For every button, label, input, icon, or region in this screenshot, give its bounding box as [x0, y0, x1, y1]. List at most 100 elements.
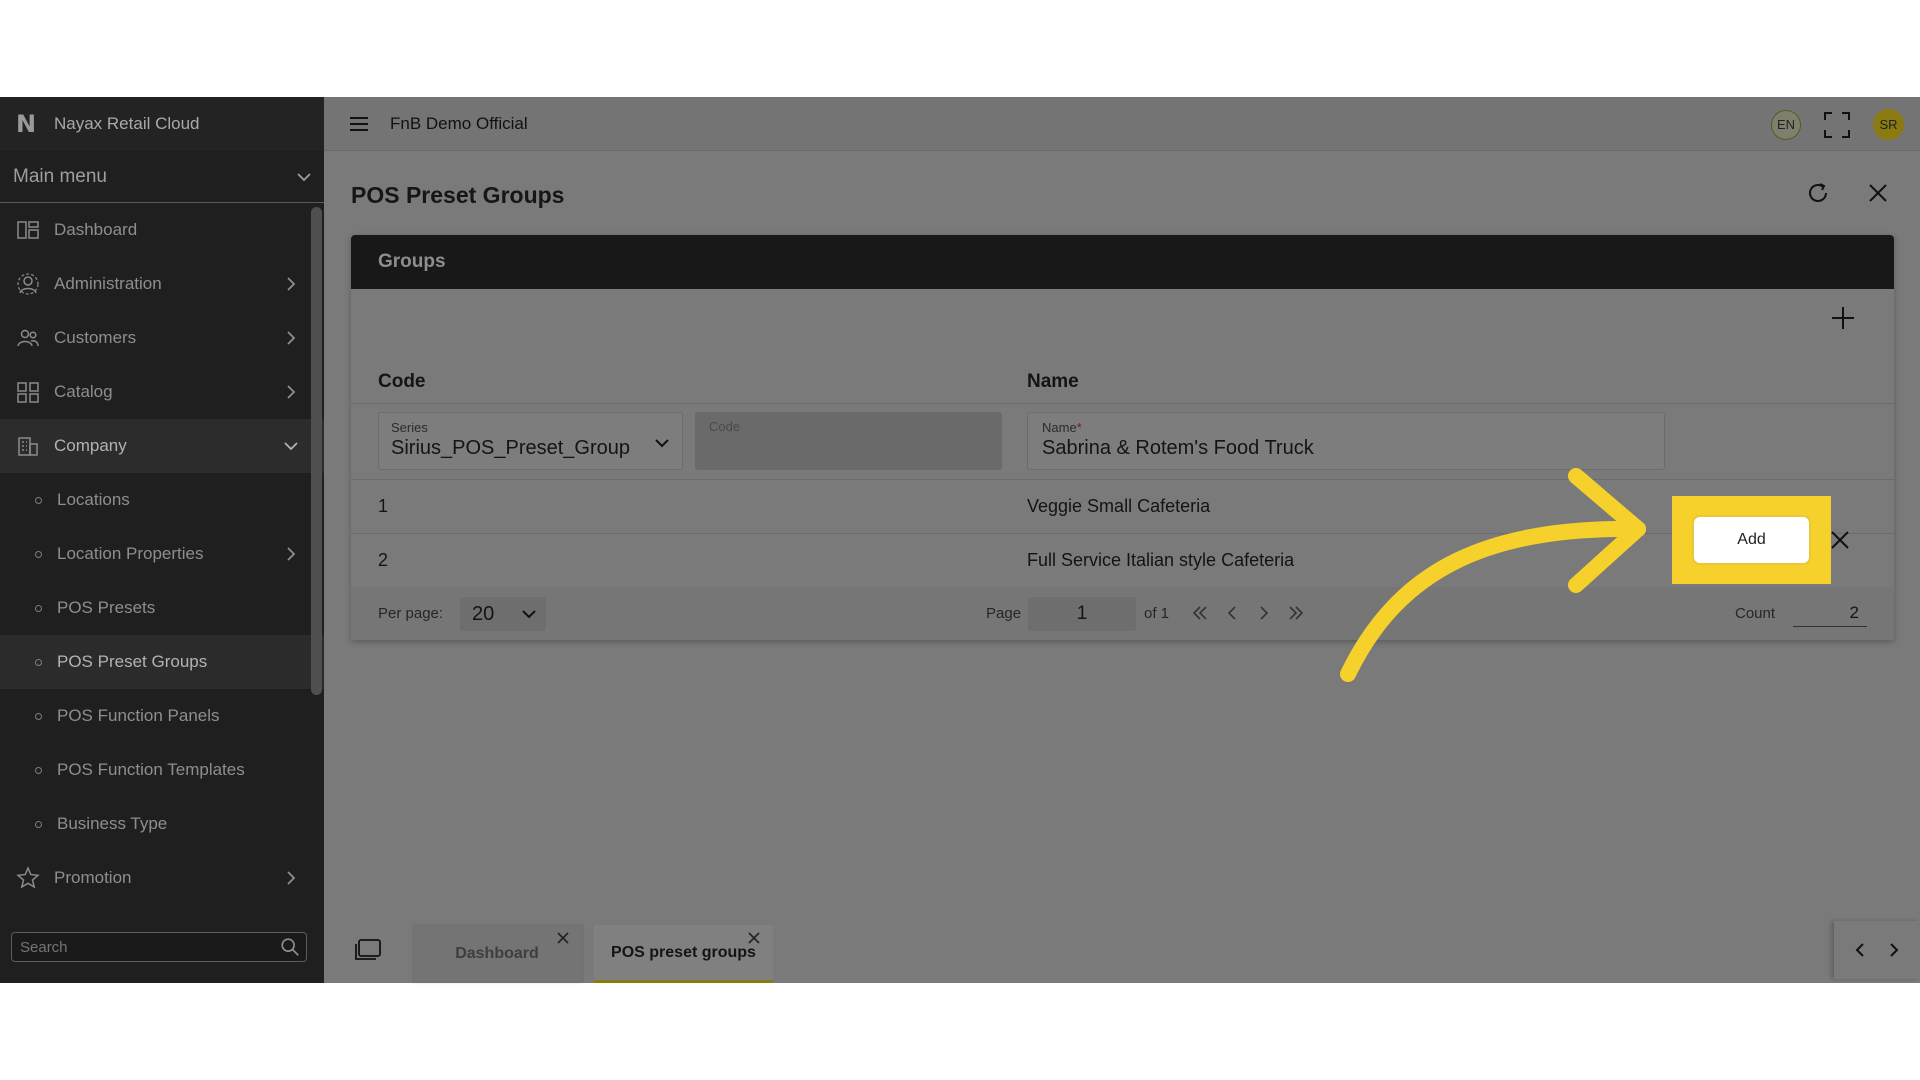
cancel-row-icon[interactable] [1828, 528, 1852, 552]
pointer-arrow [1340, 468, 1646, 682]
chevron-down-icon [297, 172, 311, 181]
divider [351, 403, 1894, 404]
required-mark: * [1076, 420, 1082, 435]
panel-title: Groups [351, 235, 1894, 289]
sidebar-item-company[interactable]: Company [0, 419, 324, 473]
previous-page-icon[interactable] [1223, 604, 1241, 622]
top-right-controls: EN SR [1771, 109, 1904, 140]
column-header-code[interactable]: Code [378, 371, 426, 393]
sidebar-subitem-label: Locations [57, 490, 130, 509]
dashboard-icon [17, 221, 39, 239]
close-tab-icon[interactable] [556, 931, 570, 945]
tab-bar: Dashboard POS preset groups [324, 913, 1920, 983]
sidebar-item-label: Customers [54, 328, 137, 347]
code-label: Code [709, 419, 741, 434]
name-field[interactable]: Name* Sabrina & Rotem's Food Truck [1027, 412, 1665, 470]
user-avatar[interactable]: SR [1873, 109, 1904, 140]
tab-label: Dashboard [455, 945, 539, 962]
code-field[interactable]: Code [695, 412, 1002, 470]
column-header-name[interactable]: Name [1027, 371, 1079, 393]
sidebar-search-input[interactable] [20, 938, 279, 956]
tab-label: POS preset groups [611, 943, 756, 961]
tab-pos-preset-groups[interactable]: POS preset groups [594, 925, 773, 983]
brand-logo: N [16, 110, 37, 138]
chevron-right-icon [287, 331, 296, 345]
page-number-input[interactable]: 1 [1028, 597, 1136, 631]
sidebar-subitem-pos-function-panels[interactable]: POS Function Panels [0, 689, 324, 743]
tab-dashboard[interactable]: Dashboard [412, 925, 582, 983]
series-label: Series [391, 420, 428, 435]
sidebar-scrollbar[interactable] [311, 207, 322, 695]
sidebar-subitem-label: Location Properties [57, 544, 204, 563]
sidebar-item-administration[interactable]: Administration [0, 257, 324, 311]
chevron-down-icon [655, 439, 669, 448]
chevron-down-icon [284, 442, 298, 451]
sidebar-subitem-business-type[interactable]: Business Type [0, 797, 324, 851]
chevron-left-icon[interactable] [1852, 942, 1868, 958]
add-button[interactable]: Add [1692, 515, 1811, 565]
sidebar-item-label: Promotion [54, 868, 132, 887]
search-icon[interactable] [279, 936, 301, 958]
sidebar: N Nayax Retail Cloud Main menu Dashboard… [0, 97, 324, 983]
brand-header: N Nayax Retail Cloud [0, 97, 324, 151]
tab-scroll-controls [1834, 921, 1920, 979]
sidebar-item-customers[interactable]: Customers [0, 311, 324, 365]
name-label: Name* [1042, 420, 1650, 435]
series-value: Sirius_POS_Preset_Group [391, 437, 631, 459]
name-value: Sabrina & Rotem's Food Truck [1042, 437, 1314, 459]
main-menu-label: Main menu [13, 165, 107, 187]
chevron-right-icon[interactable] [1886, 942, 1902, 958]
sidebar-item-label: Catalog [54, 382, 113, 401]
bullet-icon [35, 550, 42, 558]
sidebar-subitem-location-properties[interactable]: Location Properties [0, 527, 324, 581]
series-select[interactable]: Series Sirius_POS_Preset_Group [378, 412, 683, 470]
sidebar-item-dashboard[interactable]: Dashboard [0, 203, 324, 257]
app-window: N Nayax Retail Cloud Main menu Dashboard… [0, 97, 1920, 983]
sidebar-subitem-pos-presets[interactable]: POS Presets [0, 581, 324, 635]
chevron-right-icon [287, 547, 296, 561]
close-tab-icon[interactable] [747, 931, 761, 945]
sidebar-item-catalog[interactable]: Catalog [0, 365, 324, 419]
sidebar-item-label: Company [54, 436, 127, 455]
main-menu-toggle[interactable]: Main menu [0, 151, 324, 203]
bullet-icon [35, 766, 42, 774]
hamburger-menu-icon[interactable] [348, 113, 370, 135]
sidebar-subitem-label: POS Function Templates [57, 760, 245, 779]
building-icon [18, 437, 38, 456]
sidebar-item-label: Dashboard [54, 220, 138, 239]
count-value: 2 [1793, 597, 1867, 627]
grid-icon [17, 382, 39, 403]
brand-name: Nayax Retail Cloud [54, 114, 200, 133]
last-page-icon[interactable] [1287, 604, 1305, 622]
tenant-name: FnB Demo Official [390, 113, 528, 133]
bullet-icon [35, 658, 42, 666]
refresh-icon[interactable] [1806, 181, 1830, 205]
close-page-icon[interactable] [1866, 181, 1890, 205]
next-page-icon[interactable] [1255, 604, 1273, 622]
page-title: POS Preset Groups [351, 182, 565, 208]
first-page-icon[interactable] [1191, 604, 1209, 622]
language-button[interactable]: EN [1771, 109, 1801, 140]
users-icon [17, 329, 39, 347]
sidebar-subitem-locations[interactable]: Locations [0, 473, 324, 527]
page-label: Page [986, 605, 1022, 622]
gear-user-icon [17, 273, 39, 295]
sidebar-subitem-pos-function-templates[interactable]: POS Function Templates [0, 743, 324, 797]
per-page-select[interactable]: 20 [460, 597, 546, 631]
row-1-name: Veggie Small Cafeteria [1027, 496, 1211, 516]
name-label-text: Name [1042, 420, 1077, 435]
fullscreen-icon[interactable] [1823, 111, 1851, 139]
sidebar-search [11, 932, 307, 962]
sidebar-subitem-label: POS Preset Groups [57, 652, 208, 671]
sidebar-subitem-pos-preset-groups[interactable]: POS Preset Groups [0, 635, 324, 689]
row-2-code: 2 [378, 550, 389, 570]
add-row-icon[interactable] [1829, 304, 1857, 332]
sidebar-item-promotion[interactable]: Promotion [0, 851, 324, 905]
top-bar: FnB Demo Official EN SR [324, 97, 1920, 151]
tabs-overview-icon[interactable] [354, 938, 382, 962]
chevron-right-icon [287, 277, 296, 291]
menu-list: Dashboard Administration Customers Catal… [0, 203, 324, 905]
bullet-icon [35, 604, 42, 612]
chevron-right-icon [287, 871, 296, 885]
sidebar-subitem-label: POS Presets [57, 598, 156, 617]
